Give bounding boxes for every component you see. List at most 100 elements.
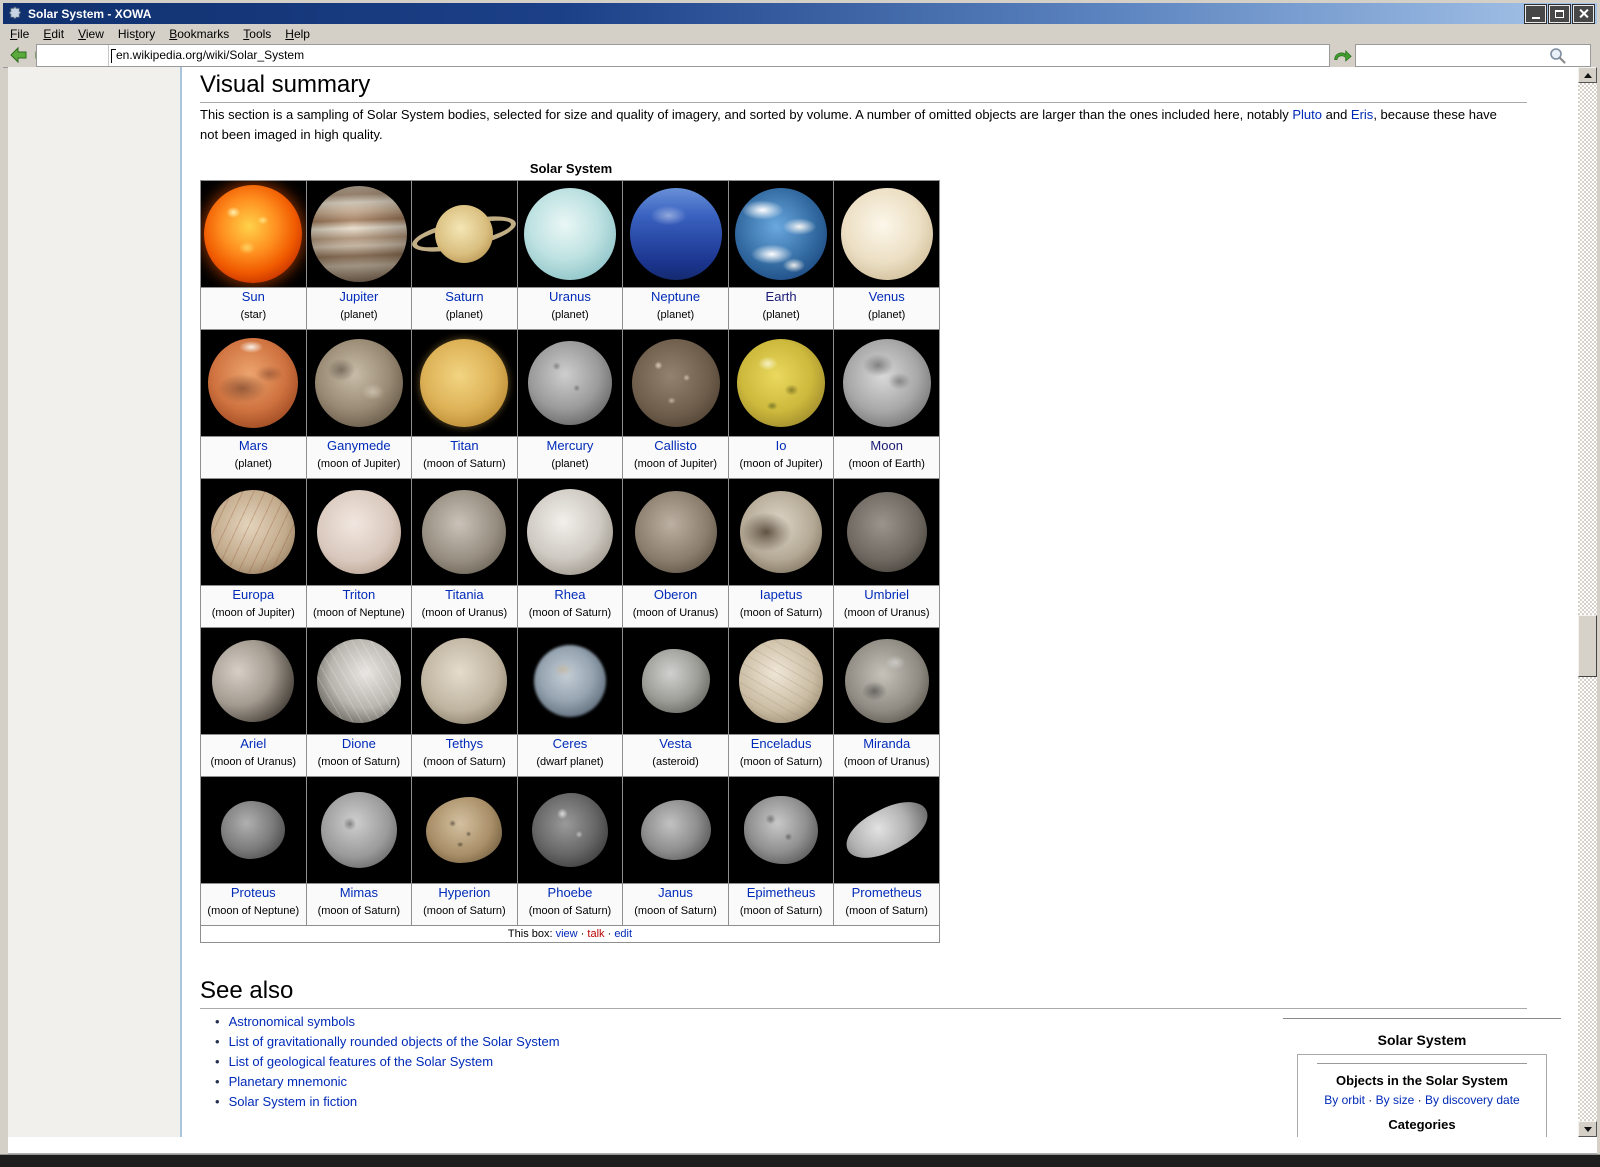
see-also-link[interactable]: List of gravitationally rounded objects … bbox=[229, 1034, 560, 1049]
vesta-image[interactable] bbox=[642, 649, 710, 713]
sun-image[interactable] bbox=[204, 185, 302, 283]
io-image[interactable] bbox=[737, 339, 825, 427]
callisto-image[interactable] bbox=[632, 339, 720, 427]
hyperion-link[interactable]: Hyperion bbox=[438, 885, 490, 900]
earth-image[interactable] bbox=[735, 188, 827, 280]
europa-link[interactable]: Europa bbox=[232, 587, 274, 602]
scrollbar-thumb[interactable] bbox=[1578, 615, 1597, 677]
janus-link[interactable]: Janus bbox=[658, 885, 693, 900]
rhea-image[interactable] bbox=[527, 489, 613, 575]
menu-help[interactable]: Help bbox=[278, 25, 317, 43]
menu-tools[interactable]: Tools bbox=[236, 25, 278, 43]
proteus-link[interactable]: Proteus bbox=[231, 885, 276, 900]
see-also-link[interactable]: Planetary mnemonic bbox=[229, 1074, 348, 1089]
vesta-link[interactable]: Vesta bbox=[659, 736, 692, 751]
minimize-button[interactable] bbox=[1525, 5, 1546, 23]
triton-image[interactable] bbox=[317, 490, 401, 574]
saturn-link[interactable]: Saturn bbox=[445, 289, 483, 304]
jupiter-link[interactable]: Jupiter bbox=[339, 289, 378, 304]
back-button[interactable] bbox=[7, 45, 30, 65]
mars-image[interactable] bbox=[208, 338, 298, 428]
callisto-link[interactable]: Callisto bbox=[654, 438, 697, 453]
tethys-link[interactable]: Tethys bbox=[446, 736, 484, 751]
dione-image[interactable] bbox=[317, 639, 401, 723]
menu-view[interactable]: View bbox=[71, 25, 111, 43]
mimas-link[interactable]: Mimas bbox=[340, 885, 378, 900]
moon-image[interactable] bbox=[843, 339, 931, 427]
scroll-down-button[interactable] bbox=[1578, 1121, 1597, 1137]
menu-history[interactable]: History bbox=[111, 25, 162, 43]
prometheus-link[interactable]: Prometheus bbox=[852, 885, 922, 900]
pluto-link[interactable]: Pluto bbox=[1292, 107, 1322, 122]
iapetus-image[interactable] bbox=[740, 491, 822, 573]
epimetheus-image[interactable] bbox=[744, 796, 818, 864]
address-bar[interactable]: en.wikipedia.org/wiki/Solar_System bbox=[36, 44, 1330, 67]
venus-image[interactable] bbox=[841, 188, 933, 280]
ganymede-image[interactable] bbox=[315, 339, 403, 427]
io-link[interactable]: Io bbox=[776, 438, 787, 453]
epimetheus-link[interactable]: Epimetheus bbox=[747, 885, 816, 900]
miranda-link[interactable]: Miranda bbox=[863, 736, 910, 751]
menu-edit[interactable]: Edit bbox=[36, 25, 71, 43]
navbox-link[interactable]: By size bbox=[1376, 1093, 1415, 1107]
umbriel-image[interactable] bbox=[847, 492, 927, 572]
mimas-image[interactable] bbox=[321, 792, 397, 868]
scroll-up-button[interactable] bbox=[1578, 67, 1597, 83]
enceladus-link[interactable]: Enceladus bbox=[751, 736, 812, 751]
proteus-image[interactable] bbox=[221, 801, 285, 859]
navbox-link[interactable]: By discovery date bbox=[1425, 1093, 1520, 1107]
ceres-link[interactable]: Ceres bbox=[553, 736, 588, 751]
see-also-link[interactable]: Solar System in fiction bbox=[229, 1094, 358, 1109]
uranus-link[interactable]: Uranus bbox=[549, 289, 591, 304]
menu-file[interactable]: File bbox=[3, 25, 36, 43]
search-icon[interactable] bbox=[1548, 46, 1567, 65]
oberon-link[interactable]: Oberon bbox=[654, 587, 697, 602]
earth-link[interactable]: Earth bbox=[766, 289, 797, 304]
venus-link[interactable]: Venus bbox=[869, 289, 905, 304]
mars-link[interactable]: Mars bbox=[239, 438, 268, 453]
titan-image[interactable] bbox=[420, 339, 508, 427]
search-input[interactable] bbox=[1358, 46, 1542, 65]
triton-link[interactable]: Triton bbox=[342, 587, 375, 602]
footer-link-edit[interactable]: edit bbox=[614, 928, 632, 940]
iapetus-link[interactable]: Iapetus bbox=[760, 587, 803, 602]
europa-image[interactable] bbox=[211, 490, 295, 574]
navbox-link[interactable]: By orbit bbox=[1324, 1093, 1365, 1107]
janus-image[interactable] bbox=[641, 800, 711, 860]
ceres-image[interactable] bbox=[534, 645, 606, 717]
phoebe-image[interactable] bbox=[532, 793, 608, 867]
rhea-link[interactable]: Rhea bbox=[554, 587, 585, 602]
miranda-image[interactable] bbox=[845, 639, 929, 723]
mercury-link[interactable]: Mercury bbox=[546, 438, 593, 453]
enceladus-image[interactable] bbox=[739, 639, 823, 723]
eris-link[interactable]: Eris bbox=[1351, 107, 1373, 122]
neptune-image[interactable] bbox=[630, 188, 722, 280]
maximize-button[interactable] bbox=[1549, 5, 1570, 23]
menu-bookmarks[interactable]: Bookmarks bbox=[162, 25, 236, 43]
prometheus-image[interactable] bbox=[838, 791, 935, 868]
titania-image[interactable] bbox=[422, 490, 506, 574]
titan-link[interactable]: Titan bbox=[450, 438, 478, 453]
umbriel-link[interactable]: Umbriel bbox=[864, 587, 909, 602]
oberon-image[interactable] bbox=[635, 491, 717, 573]
sun-link[interactable]: Sun bbox=[242, 289, 265, 304]
go-button[interactable] bbox=[1330, 45, 1354, 65]
dione-link[interactable]: Dione bbox=[342, 736, 376, 751]
hyperion-image[interactable] bbox=[426, 797, 502, 863]
see-also-link[interactable]: List of geological features of the Solar… bbox=[229, 1054, 493, 1069]
footer-link-talk[interactable]: talk bbox=[587, 928, 604, 940]
neptune-link[interactable]: Neptune bbox=[651, 289, 700, 304]
ariel-image[interactable] bbox=[212, 640, 294, 722]
ariel-link[interactable]: Ariel bbox=[240, 736, 266, 751]
phoebe-link[interactable]: Phoebe bbox=[548, 885, 593, 900]
saturn-image[interactable] bbox=[414, 186, 514, 282]
ganymede-link[interactable]: Ganymede bbox=[327, 438, 391, 453]
close-button[interactable] bbox=[1573, 5, 1594, 23]
see-also-link[interactable]: Astronomical symbols bbox=[229, 1014, 355, 1029]
jupiter-image[interactable] bbox=[311, 186, 407, 282]
uranus-image[interactable] bbox=[524, 188, 616, 280]
scrollbar-track[interactable] bbox=[1578, 83, 1597, 1121]
footer-link-view[interactable]: view bbox=[556, 928, 578, 940]
moon-link[interactable]: Moon bbox=[870, 438, 903, 453]
tethys-image[interactable] bbox=[421, 638, 507, 724]
